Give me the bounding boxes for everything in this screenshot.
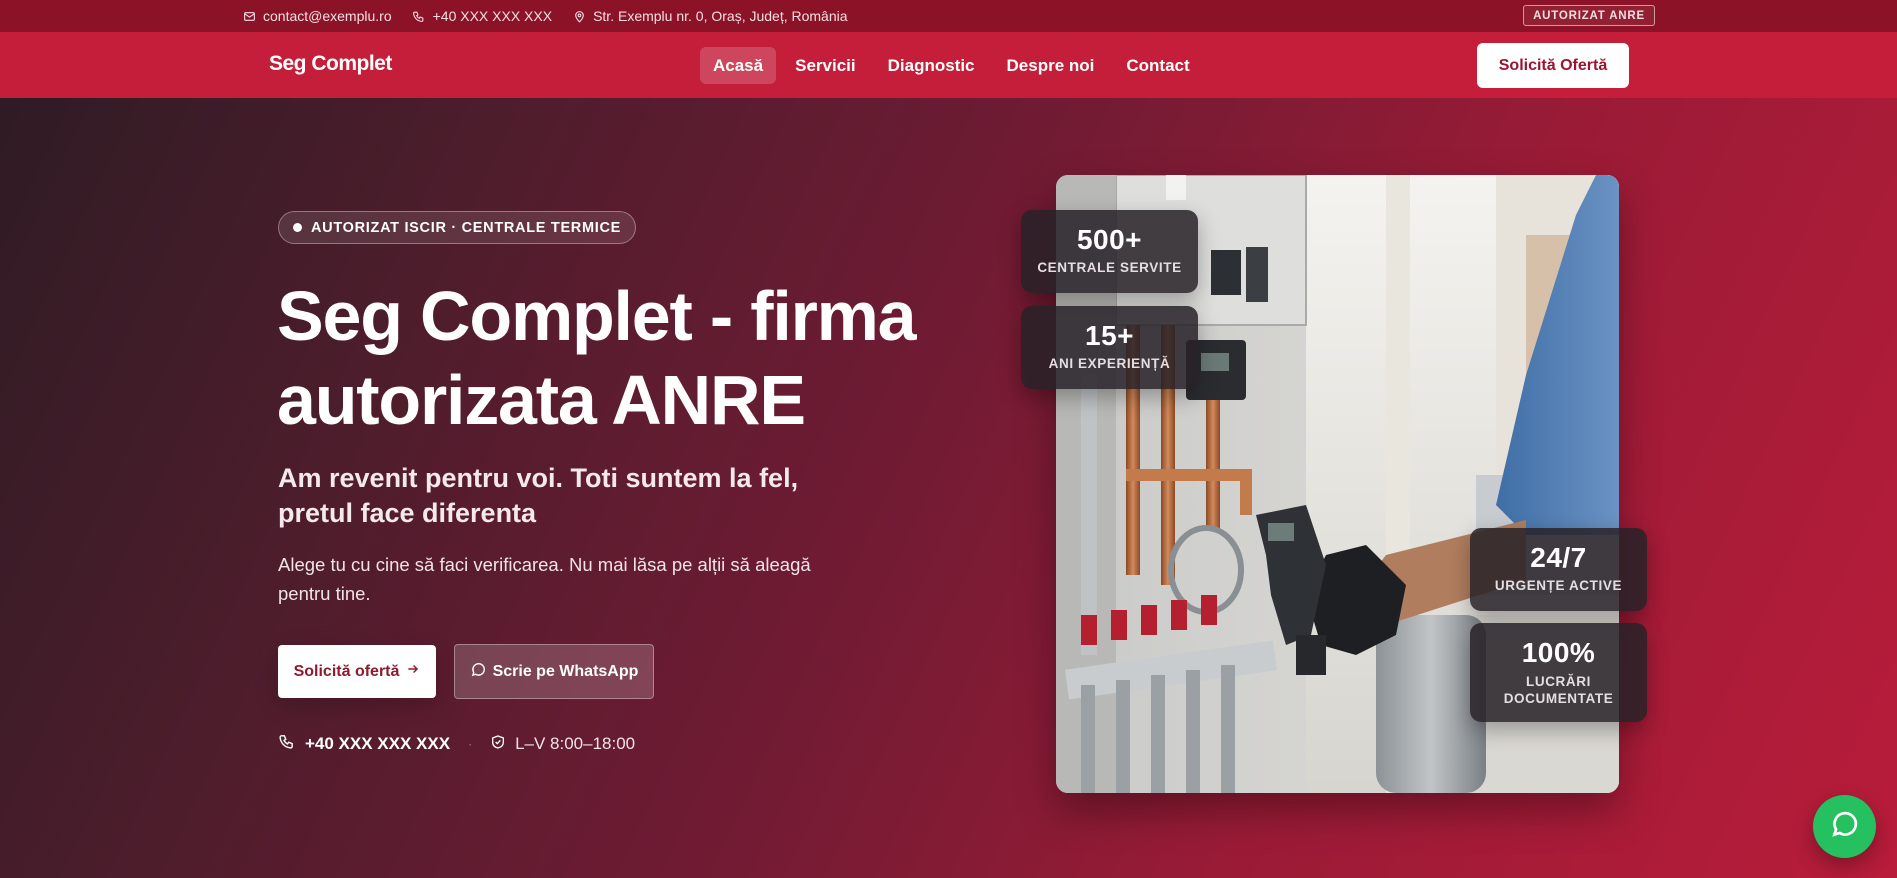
arrow-right-icon	[406, 662, 420, 681]
hero-phone[interactable]: +40 XXX XXX XXX	[305, 734, 450, 754]
pill-text: AUTORIZAT ISCIR · CENTRALE TERMICE	[311, 219, 622, 236]
phone-icon	[412, 9, 426, 23]
stat-value: 100%	[1521, 637, 1596, 668]
hero-offer-button[interactable]: Solicită ofertă	[278, 645, 436, 698]
phone-icon	[278, 733, 295, 755]
phone-text: +40 XXX XXX XXX	[432, 8, 553, 24]
shield-check-icon	[490, 734, 506, 755]
main-navbar: Seg Complet Acasă Servicii Diagnostic De…	[0, 32, 1897, 98]
stat-card-documented: 100% LUCRĂRI DOCUMENTATE	[1470, 623, 1647, 722]
stat-label: LUCRĂRI DOCUMENTATE	[1503, 674, 1614, 706]
stat-label: CENTRALE SERVITE	[1037, 260, 1182, 275]
chat-bubble-icon	[470, 661, 487, 683]
stat-value: 24/7	[1530, 542, 1587, 573]
email-link[interactable]: contact@exemplu.ro	[242, 8, 392, 24]
contact-info: contact@exemplu.ro +40 XXX XXX XXX Str. …	[242, 0, 848, 32]
nav-menu: Acasă Servicii Diagnostic Despre noi Con…	[700, 47, 1203, 84]
hero-subtitle: Am revenit pentru voi. Toti suntem la fe…	[278, 463, 799, 528]
address-text: Str. Exemplu nr. 0, Oraș, Județ, România	[593, 8, 848, 24]
address-info: Str. Exemplu nr. 0, Oraș, Județ, România	[572, 8, 848, 24]
nav-item-despre-noi[interactable]: Despre noi	[994, 47, 1108, 84]
whatsapp-floating-button[interactable]	[1813, 795, 1876, 858]
stat-value: 15+	[1085, 320, 1134, 351]
stat-value: 500+	[1076, 224, 1143, 255]
stat-card-boilers: 500+ CENTRALE SERVITE	[1021, 210, 1198, 293]
email-text: contact@exemplu.ro	[263, 8, 392, 24]
request-offer-button[interactable]: Solicită Ofertă	[1477, 43, 1629, 88]
dot-icon	[293, 223, 302, 232]
top-bar: contact@exemplu.ro +40 XXX XXX XXX Str. …	[0, 0, 1897, 32]
stat-label: ANI EXPERIENȚĂ	[1048, 356, 1171, 371]
certification-pill: AUTORIZAT ISCIR · CENTRALE TERMICE	[278, 211, 637, 244]
hero-contact-line: +40 XXX XXX XXX · L–V 8:00–18:00	[278, 733, 635, 755]
map-pin-icon	[572, 9, 586, 23]
mail-icon	[242, 9, 256, 23]
nav-item-contact[interactable]: Contact	[1113, 47, 1202, 84]
whatsapp-button[interactable]: Scrie pe WhatsApp	[454, 644, 654, 699]
whatsapp-icon	[1829, 808, 1861, 845]
stat-card-experience: 15+ ANI EXPERIENȚĂ	[1021, 306, 1198, 389]
logo[interactable]: Seg Complet	[269, 52, 392, 76]
hero-lead: Alege tu cu cine să faci verificarea. Nu…	[278, 554, 811, 604]
phone-link[interactable]: +40 XXX XXX XXX	[412, 8, 552, 24]
stat-label: URGENȚE ACTIVE	[1494, 578, 1623, 593]
separator-dot: ·	[468, 737, 473, 751]
hero-offer-label: Solicită ofertă	[293, 662, 400, 680]
hero-title: Seg Complet - firma autorizata ANRE	[277, 277, 917, 439]
hero-section: AUTORIZAT ISCIR · CENTRALE TERMICE Seg C…	[0, 98, 1897, 878]
whatsapp-label: Scrie pe WhatsApp	[492, 662, 639, 680]
nav-item-diagnostic[interactable]: Diagnostic	[875, 47, 988, 84]
stat-card-emergencies: 24/7 URGENȚE ACTIVE	[1470, 528, 1647, 611]
anre-badge: AUTORIZAT ANRE	[1523, 5, 1655, 26]
business-hours: L–V 8:00–18:00	[515, 734, 636, 753]
nav-item-servicii[interactable]: Servicii	[782, 47, 869, 84]
nav-item-acasa[interactable]: Acasă	[700, 47, 777, 84]
